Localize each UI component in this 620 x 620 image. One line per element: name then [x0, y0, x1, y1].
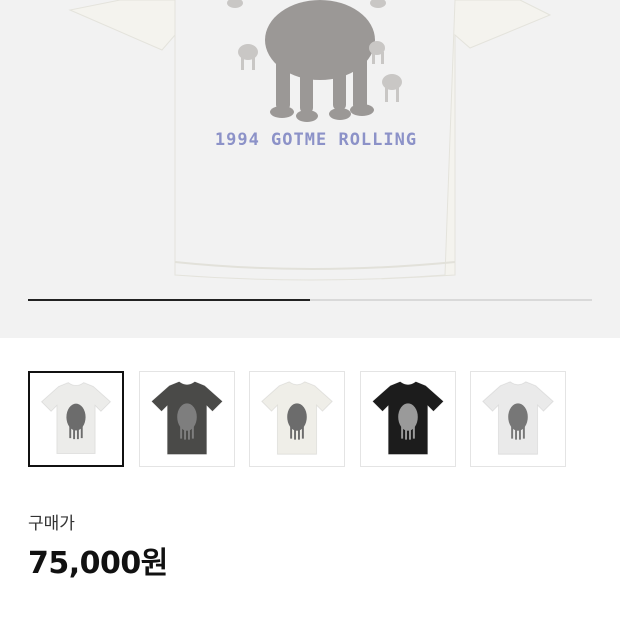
goat-print — [66, 403, 86, 431]
product-main-image: 1994 GOTME ROLLING — [68, 0, 552, 281]
tshirt-image — [371, 381, 444, 455]
thumbnail-ivory-tee[interactable] — [249, 371, 345, 467]
thumbnail-light-grey-tee[interactable] — [470, 371, 566, 467]
tshirt-image — [482, 381, 554, 455]
thumbnail-list — [28, 371, 592, 467]
thumbnail-black-tee[interactable] — [359, 371, 456, 467]
tshirt-image — [261, 381, 333, 455]
tshirt-image — [40, 382, 112, 454]
shirt-print-text: 1994 GOTME ROLLING — [215, 130, 417, 150]
carousel-progress-fill — [28, 299, 310, 301]
thumbnail-charcoal-tee[interactable] — [138, 371, 235, 467]
goat-print — [176, 403, 197, 431]
product-image-carousel[interactable]: 1994 GOTME ROLLING — [0, 0, 620, 338]
goat-print — [287, 403, 307, 431]
thumbnail-white-tee[interactable] — [28, 371, 124, 467]
price-value: 75,000원 — [28, 546, 168, 581]
goat-print — [397, 403, 418, 431]
tshirt-image — [150, 381, 223, 455]
goat-print — [508, 403, 528, 431]
carousel-progress-track — [28, 299, 592, 301]
price-label: 구매가 — [28, 514, 75, 534]
